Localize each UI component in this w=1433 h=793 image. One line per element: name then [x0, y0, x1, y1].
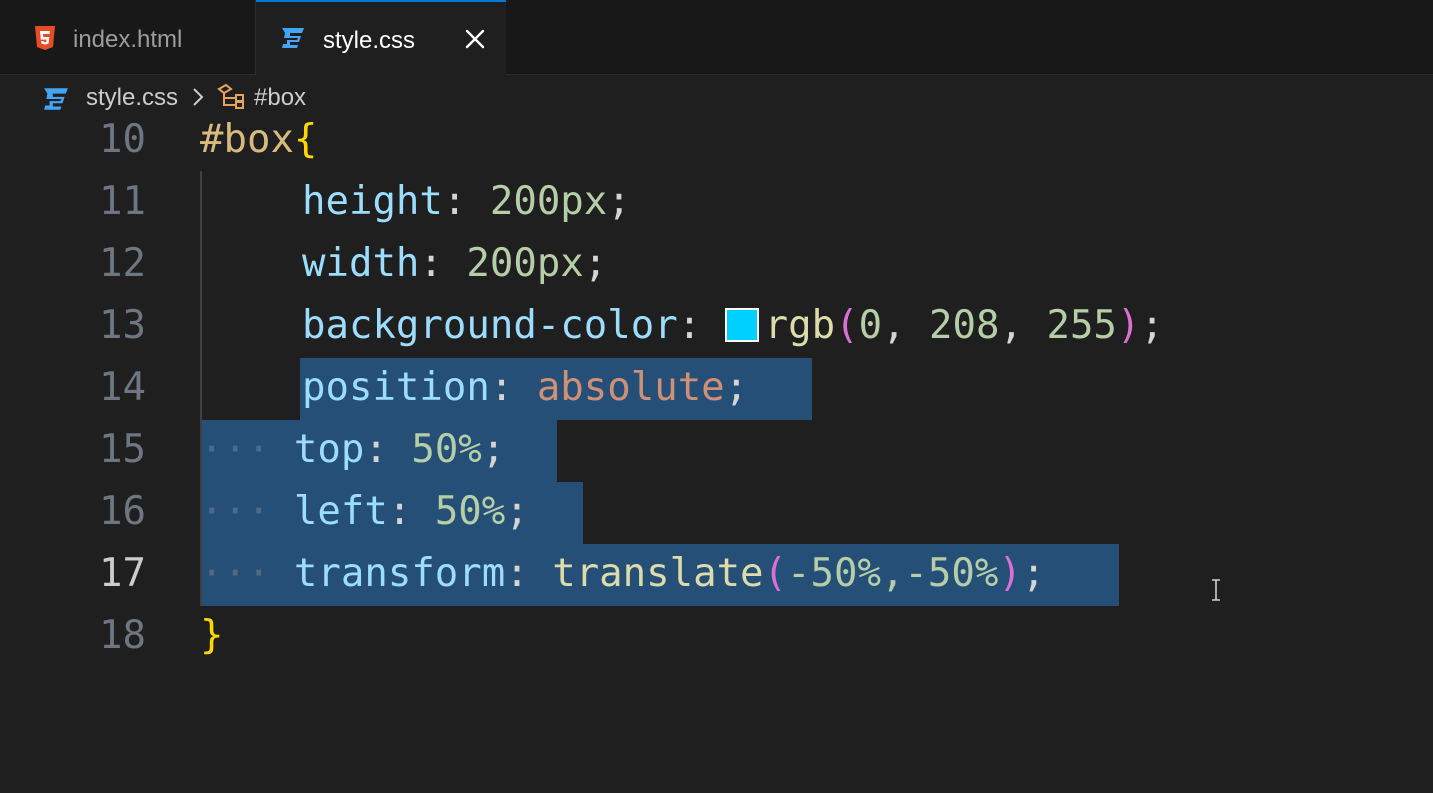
css-property: height	[302, 179, 443, 224]
open-brace: {	[293, 117, 318, 162]
code-line: #box{	[200, 109, 317, 171]
tab-style-css[interactable]: style.css	[256, 0, 506, 75]
line-number: 12	[99, 241, 146, 286]
css-value: 50%	[434, 489, 506, 534]
code-line: ··· top: 50%;	[200, 427, 506, 472]
whitespace-dots: ···	[200, 551, 294, 596]
code-line: }	[200, 605, 223, 667]
css-property: top	[293, 427, 365, 472]
css-property: left	[293, 489, 388, 534]
text-cursor-icon	[1212, 579, 1220, 601]
close-brace: }	[200, 613, 224, 658]
line-number: 14	[99, 365, 146, 410]
chevron-right-icon	[193, 88, 204, 106]
editor-tab-bar: index.html style.css	[0, 0, 1433, 75]
css-value: 50%	[411, 427, 482, 472]
line-number: 10	[99, 117, 146, 162]
whitespace-dots: ···	[200, 427, 294, 472]
color-swatch[interactable]	[724, 308, 759, 342]
line-number: 16	[99, 489, 146, 534]
css-value: absolute	[536, 365, 725, 410]
close-icon	[465, 29, 485, 49]
line-number-active: 17	[99, 551, 146, 596]
breadcrumb-file[interactable]: style.css	[86, 84, 178, 112]
tab-label: index.html	[73, 26, 183, 53]
css-property: background-color	[302, 303, 678, 348]
code-line: background-color: rgb(0, 208, 255);	[302, 303, 1164, 348]
whitespace-dots: ···	[200, 489, 294, 534]
close-tab-button[interactable]	[460, 24, 490, 54]
css-value: 200px	[489, 179, 608, 224]
code-editor-window: index.html style.css style.css #box 10 1…	[0, 0, 1433, 793]
code-editor[interactable]: 10 11 12 13 14 15 16 17 18 #box{ height:…	[0, 117, 1433, 793]
breadcrumb-selector[interactable]: #box	[254, 84, 306, 112]
css-value: 200px	[466, 241, 584, 286]
line-number: 18	[99, 613, 146, 658]
tab-label: style.css	[323, 27, 416, 54]
tab-index-html[interactable]: index.html	[8, 0, 256, 74]
css3-icon	[282, 28, 304, 48]
code-line: width: 200px;	[302, 241, 608, 286]
css-property: width	[302, 241, 420, 286]
html5-icon	[35, 26, 55, 50]
code-line: height: 200px;	[302, 179, 631, 224]
code-line-active: ··· transform: translate(-50%,-50%);	[200, 551, 1046, 596]
code-line: ··· left: 50%;	[200, 489, 529, 534]
css-function: rgb	[764, 303, 836, 348]
css-property: transform	[293, 551, 506, 596]
line-number: 13	[99, 303, 146, 348]
line-number: 15	[99, 427, 146, 472]
line-number: 11	[99, 179, 146, 224]
css-selector: #box	[200, 117, 294, 162]
code-line: position: absolute;	[302, 365, 749, 410]
css-property: position	[302, 365, 490, 410]
css-function: translate	[552, 551, 764, 596]
